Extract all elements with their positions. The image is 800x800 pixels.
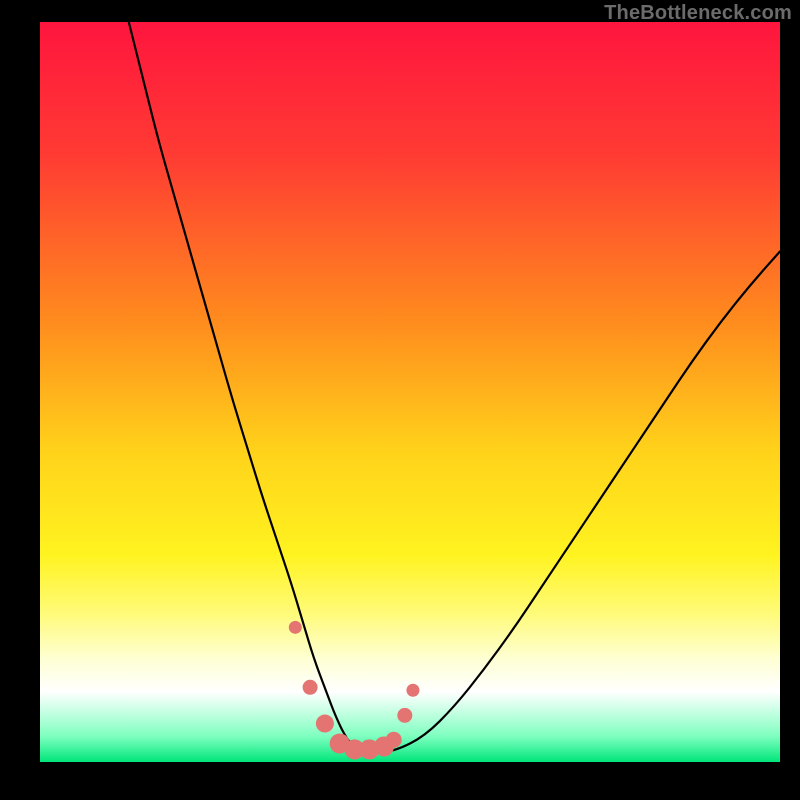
plot-area: [40, 22, 780, 762]
watermark-text: TheBottleneck.com: [604, 2, 792, 25]
valley-marker: [303, 680, 318, 695]
chart-frame: TheBottleneck.com: [0, 0, 800, 800]
chart-svg: [40, 22, 780, 762]
valley-marker: [397, 708, 412, 723]
valley-marker: [289, 621, 302, 634]
valley-marker: [386, 732, 402, 748]
valley-marker: [406, 684, 419, 697]
gradient-background: [40, 22, 780, 762]
valley-marker: [316, 715, 334, 733]
